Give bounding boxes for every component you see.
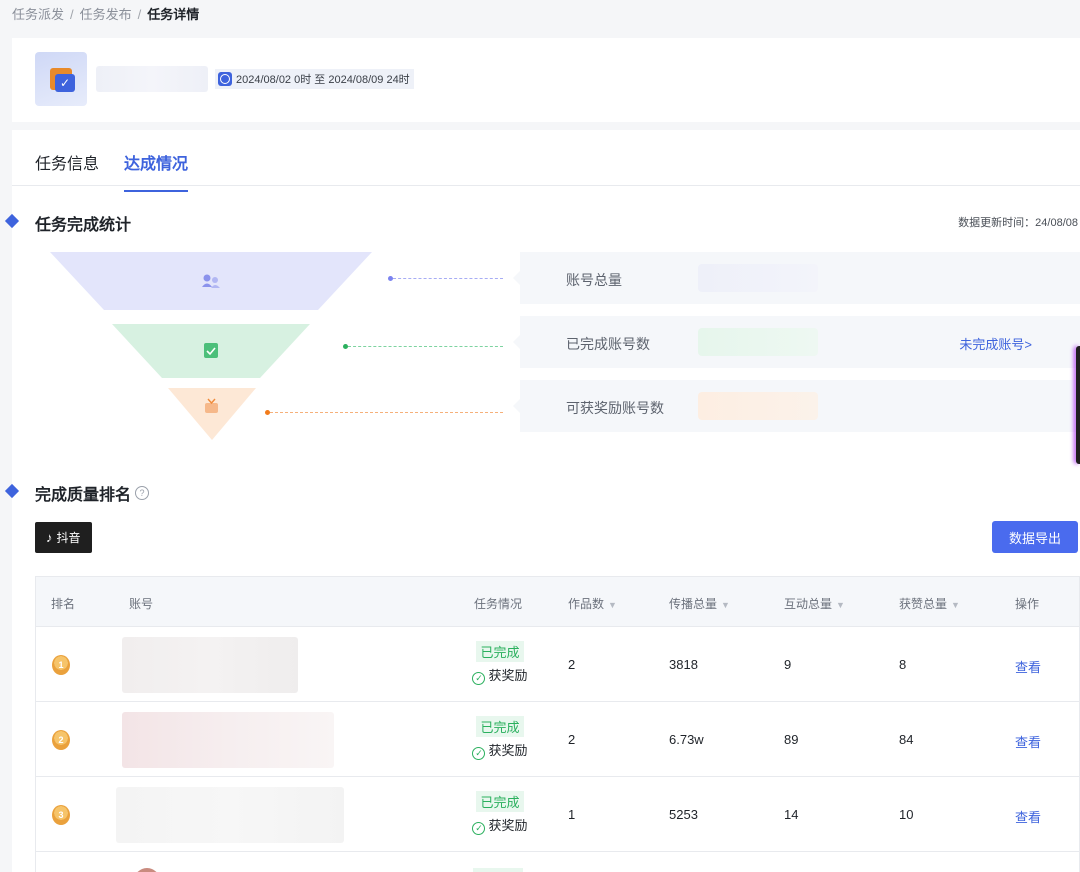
likes-total: 10 — [899, 807, 914, 822]
breadcrumb-item-publish[interactable]: 任务发布 — [80, 7, 132, 22]
spread-total: 5253 — [669, 807, 698, 822]
works-count: 2 — [568, 657, 576, 672]
reward-status: ✓ 获奖励 — [466, 815, 534, 835]
side-drawer-handle[interactable] — [1076, 346, 1080, 464]
tab-bar: 任务信息 达成情况 — [12, 130, 1080, 192]
works-count: 2 — [568, 732, 576, 747]
breadcrumb-item-dispatch[interactable]: 任务派发 — [12, 7, 64, 22]
account-redacted — [122, 637, 298, 693]
status-tag: 已完成 — [476, 791, 524, 812]
task-period-badge: 2024/08/02 0时 至 2024/08/09 24时 — [215, 69, 414, 89]
funnel-level-completed — [112, 324, 310, 378]
stat-value-redacted — [698, 264, 818, 292]
sort-icon: ▼ — [721, 600, 730, 610]
incomplete-accounts-link[interactable]: 未完成账号> — [959, 334, 1032, 353]
sort-icon: ▼ — [836, 600, 845, 610]
section-title-stats: 任务完成统计 — [35, 217, 132, 234]
account-redacted — [116, 787, 344, 843]
status-tag — [473, 868, 523, 872]
breadcrumb-separator: / — [137, 7, 142, 22]
status-tag: 已完成 — [476, 641, 524, 662]
task-clipboard-icon: ✓ — [35, 52, 87, 106]
reward-status: ✓ 获奖励 — [466, 740, 534, 760]
status-tag: 已完成 — [476, 716, 524, 737]
col-likes[interactable]: 获赞总量 ▼ — [899, 595, 960, 612]
funnel-level-total — [50, 252, 372, 310]
col-task-status: 任务情况 — [474, 597, 523, 611]
task-period-text: 2024/08/02 0时 至 2024/08/09 24时 — [236, 74, 410, 86]
breadcrumb: 任务派发 / 任务发布 / 任务详情 — [12, 4, 199, 23]
platform-tab-douyin[interactable]: ♪ 抖音 — [35, 522, 92, 553]
table-header: 排名 账号 任务情况 作品数 ▼ 传播总量 ▼ 互动总量 ▼ 获赞总量 ▼ 操作 — [35, 576, 1080, 627]
stat-label: 已完成账号数 — [566, 336, 650, 352]
interaction-total: 9 — [784, 657, 792, 672]
sort-icon: ▼ — [608, 600, 617, 610]
section-marker-icon — [4, 483, 20, 499]
col-interaction[interactable]: 互动总量 ▼ — [784, 595, 845, 612]
task-status-cell: 已完成 ✓ 获奖励 — [466, 641, 534, 685]
table-row-partial — [35, 852, 1080, 872]
col-rank: 排名 — [51, 597, 76, 611]
view-button[interactable]: 查看 — [1015, 657, 1041, 676]
rank-medal-icon: 2 — [52, 730, 70, 750]
stat-value-redacted — [698, 392, 818, 420]
check-circle-icon: ✓ — [472, 747, 486, 760]
task-header: ✓ 2024/08/02 0时 至 2024/08/09 24时 — [12, 38, 1080, 122]
clock-icon — [218, 72, 232, 86]
task-name-redacted — [96, 66, 208, 92]
stat-label: 账号总量 — [566, 272, 622, 288]
platform-label: 抖音 — [56, 531, 81, 545]
rank-medal-icon: 1 — [52, 655, 70, 675]
funnel-level-rewarded — [168, 388, 256, 440]
stat-value-redacted — [698, 328, 818, 356]
main-panel: 任务信息 达成情况 任务完成统计 数据更新时间：24/08/08 账号总量 已完… — [4, 130, 1080, 872]
clipboard-check-icon — [204, 343, 218, 358]
rank-medal-icon: 3 — [52, 805, 70, 825]
view-button[interactable]: 查看 — [1015, 732, 1041, 751]
task-status-cell: 已完成 ✓ 获奖励 — [466, 716, 534, 760]
check-circle-icon: ✓ — [472, 672, 486, 685]
col-action: 操作 — [1015, 597, 1040, 611]
tab-task-info[interactable]: 任务信息 — [35, 150, 99, 174]
works-count: 1 — [568, 807, 576, 822]
account-redacted — [122, 712, 334, 768]
likes-total: 8 — [899, 657, 907, 672]
breadcrumb-separator: / — [70, 7, 74, 22]
task-status-cell: 已完成 ✓ 获奖励 — [466, 791, 534, 835]
section-title-ranking: 完成质量排名 ? — [35, 481, 150, 505]
col-spread[interactable]: 传播总量 ▼ — [669, 595, 730, 612]
table-row: 2 已完成 ✓ 获奖励 2 6.73w 89 84 查看 — [35, 702, 1080, 777]
avatar — [134, 868, 160, 872]
col-works[interactable]: 作品数 ▼ — [568, 595, 617, 612]
question-circle-icon[interactable]: ? — [135, 486, 150, 500]
spread-total: 3818 — [669, 657, 698, 672]
table-row: 1 已完成 ✓ 获奖励 2 3818 9 8 查看 — [35, 627, 1080, 702]
ranking-title: 完成质量排名 — [35, 487, 132, 504]
view-button[interactable]: 查看 — [1015, 807, 1041, 826]
interaction-total: 14 — [784, 807, 799, 822]
export-data-button[interactable]: 数据导出 — [992, 521, 1078, 553]
sort-icon: ▼ — [951, 600, 960, 610]
likes-total: 84 — [899, 732, 914, 747]
check-circle-icon: ✓ — [472, 822, 486, 835]
stat-label: 可获奖励账号数 — [566, 400, 664, 416]
col-account: 账号 — [129, 597, 154, 611]
data-updated-time: 数据更新时间：24/08/08 — [958, 217, 1078, 229]
stat-card-completed-accounts: 已完成账号数 未完成账号> — [513, 316, 1080, 368]
tiktok-icon: ♪ — [46, 530, 53, 545]
reward-status: ✓ 获奖励 — [466, 665, 534, 685]
section-marker-icon — [4, 213, 20, 229]
stat-card-rewarded-accounts: 可获奖励账号数 — [513, 380, 1080, 432]
table-row: 3 已完成 ✓ 获奖励 1 5253 14 10 查看 — [35, 777, 1080, 852]
breadcrumb-item-current: 任务详情 — [147, 7, 200, 22]
interaction-total: 89 — [784, 732, 799, 747]
tab-achievement[interactable]: 达成情况 — [124, 150, 189, 192]
stat-card-total-accounts: 账号总量 — [513, 252, 1080, 304]
spread-total: 6.73w — [669, 732, 704, 747]
ranking-table: 排名 账号 任务情况 作品数 ▼ 传播总量 ▼ 互动总量 ▼ 获赞总量 ▼ 操作 1 已… — [35, 576, 1080, 872]
